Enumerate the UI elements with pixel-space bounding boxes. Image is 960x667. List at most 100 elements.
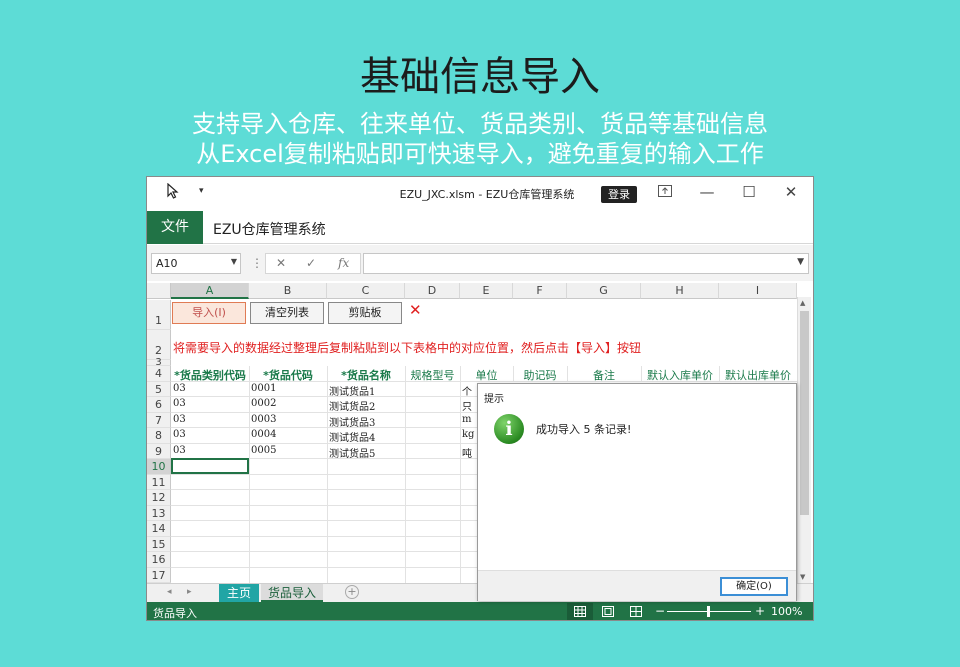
gridline (249, 366, 250, 583)
table-cell[interactable]: 03 (173, 398, 186, 409)
select-all-corner[interactable] (147, 283, 171, 299)
zoom-level[interactable]: 100% (771, 605, 802, 618)
table-header: 默认出库单价 (725, 369, 791, 382)
normal-view-icon[interactable] (567, 603, 593, 620)
row-header[interactable]: 9 (147, 444, 171, 459)
column-header[interactable]: D (405, 283, 460, 299)
row-header[interactable]: 13 (147, 506, 171, 521)
close-icon[interactable]: ✕ (781, 183, 801, 201)
enter-icon[interactable]: ✓ (306, 256, 316, 270)
gridline (171, 551, 477, 552)
table-cell[interactable]: 个 (462, 383, 472, 398)
row-header[interactable]: 15 (147, 537, 171, 552)
table-cell[interactable]: 03 (173, 445, 186, 456)
row-header[interactable]: 6 (147, 397, 171, 413)
table-cell[interactable]: 吨 (462, 445, 472, 460)
row-header[interactable]: 17 (147, 568, 171, 583)
login-button[interactable]: 登录 (601, 186, 637, 203)
table-header: 规格型号 (410, 369, 455, 382)
row-header[interactable]: 11 (147, 475, 171, 490)
active-cell[interactable] (171, 458, 249, 474)
dialog-footer: 确定(O) (478, 570, 796, 601)
table-cell[interactable]: 03 (173, 429, 186, 440)
column-header[interactable]: F (513, 283, 567, 299)
formula-bar: A10 ▼ ⋮ ✕ ✓ fx ▼ (147, 245, 813, 281)
table-cell[interactable]: 测试货品3 (329, 414, 375, 429)
table-cell[interactable]: 测试货品5 (329, 445, 375, 460)
import-button[interactable]: 导入(I) (172, 302, 246, 324)
zoom-slider-thumb[interactable] (707, 606, 710, 617)
ribbon-display-icon[interactable] (655, 183, 675, 201)
table-cell[interactable]: 0003 (251, 414, 276, 425)
chevron-down-icon[interactable]: ▼ (231, 257, 237, 266)
column-header[interactable]: E (460, 283, 513, 299)
clear-list-button[interactable]: 清空列表 (250, 302, 324, 324)
table-cell[interactable]: 03 (173, 414, 186, 425)
table-cell[interactable]: 0002 (251, 398, 276, 409)
more-options-icon[interactable]: ⋮ (251, 256, 263, 270)
row-header[interactable]: 5 (147, 382, 171, 397)
page-layout-icon[interactable] (595, 603, 621, 620)
row-header[interactable]: 12 (147, 490, 171, 506)
gridline (171, 505, 477, 506)
table-cell[interactable]: 测试货品2 (329, 398, 375, 413)
table-cell[interactable]: 只 (462, 398, 472, 413)
row-header[interactable]: 7 (147, 413, 171, 428)
scroll-thumb[interactable] (800, 311, 809, 515)
name-box[interactable]: A10 ▼ (151, 253, 241, 274)
promo-title: 基础信息导入 (360, 54, 600, 100)
minimize-icon[interactable]: — (697, 183, 717, 201)
table-cell[interactable]: 测试货品4 (329, 429, 375, 444)
close-icon[interactable]: ✕ (409, 301, 422, 319)
row-header[interactable]: 1 (147, 300, 171, 330)
row-header[interactable]: 16 (147, 552, 171, 568)
scroll-down-icon[interactable]: ▼ (800, 573, 805, 581)
clipboard-button[interactable]: 剪贴板 (328, 302, 402, 324)
gridline (405, 366, 406, 583)
table-cell[interactable]: 03 (173, 383, 186, 394)
ok-button[interactable]: 确定(O) (720, 577, 788, 596)
row-header[interactable]: 2 (147, 330, 171, 360)
column-header[interactable]: I (719, 283, 797, 299)
tab-prev-icon[interactable]: ◂ (167, 587, 172, 597)
row-header[interactable]: 8 (147, 428, 171, 444)
file-tab[interactable]: 文件 (147, 211, 203, 244)
cursor-icon[interactable] (167, 182, 179, 203)
cancel-icon[interactable]: ✕ (276, 256, 286, 270)
zoom-in-icon[interactable]: + (755, 604, 765, 618)
add-sheet-icon[interactable]: + (345, 585, 359, 599)
table-cell[interactable]: kg (462, 429, 474, 440)
ribbon-app-name[interactable]: EZU仓库管理系统 (213, 219, 326, 239)
gridline (171, 412, 477, 413)
column-header[interactable]: G (567, 283, 641, 299)
window-title: EZU_JXC.xlsm - EZU仓库管理系统 (399, 188, 575, 201)
tab-next-icon[interactable]: ▸ (187, 587, 192, 597)
gridline (171, 427, 477, 428)
column-header[interactable]: C (327, 283, 405, 299)
vertical-scrollbar[interactable]: ▲ ▼ (797, 297, 811, 583)
table-cell[interactable]: m (462, 414, 471, 425)
zoom-out-icon[interactable]: − (655, 604, 665, 618)
formula-input[interactable]: ▼ (363, 253, 809, 274)
row-header[interactable]: 10 (147, 459, 171, 475)
function-icon[interactable]: fx (338, 256, 349, 270)
table-header: *货品名称 (341, 369, 391, 382)
sheet-tab-import[interactable]: 货品导入 (261, 584, 323, 602)
table-cell[interactable]: 测试货品1 (329, 383, 375, 398)
quick-access-dropdown-icon[interactable]: ▾ (199, 186, 204, 196)
column-header[interactable]: B (249, 283, 327, 299)
column-header[interactable]: H (641, 283, 719, 299)
page-break-icon[interactable] (623, 603, 649, 620)
row-header[interactable]: 4 (147, 366, 171, 382)
table-header: 单位 (475, 369, 498, 382)
table-cell[interactable]: 0005 (251, 445, 276, 456)
sheet-tab-home[interactable]: 主页 (219, 584, 259, 602)
status-bar: 货品导入 − + 100% (147, 602, 813, 620)
table-cell[interactable]: 0001 (251, 383, 276, 394)
maximize-icon[interactable]: ☐ (739, 183, 759, 201)
table-cell[interactable]: 0004 (251, 429, 276, 440)
column-header[interactable]: A (171, 283, 249, 299)
scroll-up-icon[interactable]: ▲ (800, 299, 805, 307)
row-header[interactable]: 14 (147, 521, 171, 537)
expand-formula-icon[interactable]: ▼ (797, 257, 804, 267)
